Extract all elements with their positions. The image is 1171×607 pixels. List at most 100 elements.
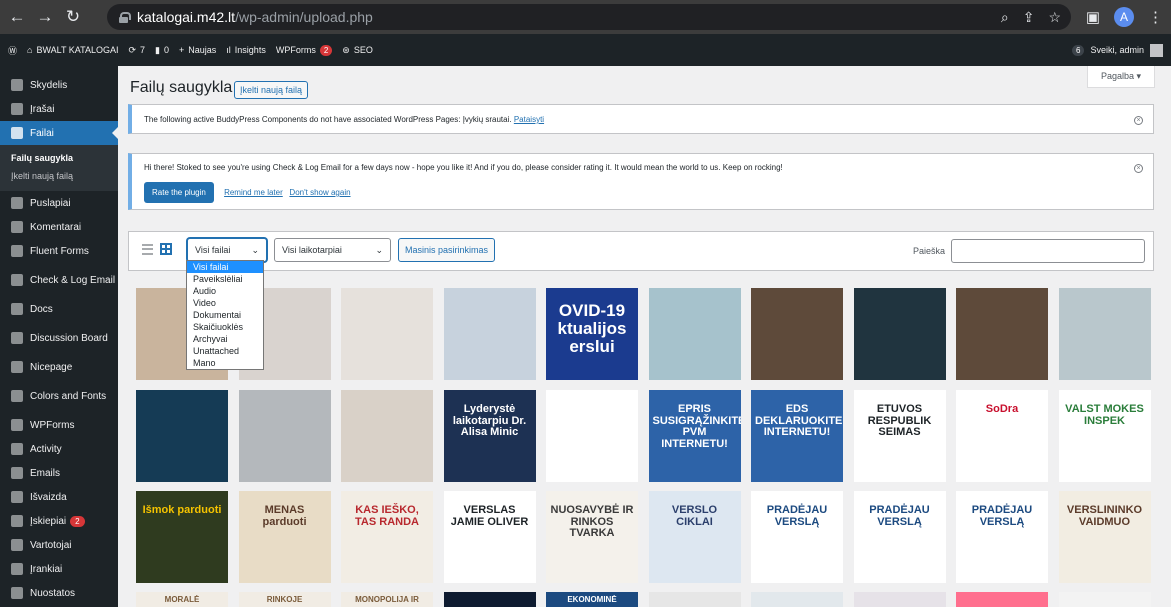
media-thumbnail[interactable] (443, 592, 536, 607)
insights-link[interactable]: ıl Insights (226, 45, 266, 55)
sidebar-item-7[interactable]: Docs (0, 297, 118, 321)
media-thumbnail[interactable] (136, 390, 228, 482)
sidebar-item-18[interactable]: Nuostatos (0, 581, 118, 605)
bulk-select-button[interactable]: Masinis pasirinkimas (398, 238, 496, 262)
reload-icon[interactable]: ↻ (62, 7, 84, 27)
sidebar-item-14[interactable]: Išvaizda (0, 485, 118, 509)
forward-icon[interactable]: → (34, 7, 56, 27)
seo-link[interactable]: ⊛ SEO (342, 45, 373, 56)
dismiss-icon[interactable]: × (1134, 164, 1143, 173)
dropdown-option[interactable]: Video (187, 297, 263, 309)
media-thumbnail[interactable]: PRADĖJAU VERSLĄ (853, 491, 946, 583)
bookmark-star-icon[interactable]: ☆ (1048, 9, 1061, 26)
media-thumbnail[interactable] (341, 288, 433, 380)
sidebar-item-11[interactable]: WPForms (0, 413, 118, 437)
sidebar-item-2[interactable]: Failai (0, 121, 118, 145)
comments-link[interactable]: ▮ 0 (155, 45, 169, 56)
media-thumbnail[interactable]: Lyderystė laikotarpiu Dr. Alisa Minic (443, 390, 536, 482)
media-thumbnail[interactable]: KAS IEŠKO, TAS RANDA (341, 491, 433, 583)
dropdown-option[interactable]: Audio (187, 285, 263, 297)
media-thumbnail[interactable]: EPRIS SUSIGRĄŽINKITE PVM INTERNETU! (648, 390, 741, 482)
profile-avatar[interactable]: A (1114, 7, 1134, 27)
dropdown-option[interactable]: Skaičiuoklės (187, 321, 263, 333)
list-view-icon[interactable] (142, 244, 153, 255)
sidebar-item-1[interactable]: Įrašai (0, 97, 118, 121)
media-thumbnail[interactable]: VERSLAS JAMIE OLIVER (443, 491, 536, 583)
media-thumbnail[interactable] (853, 288, 946, 380)
submenu-item-1[interactable]: Įkelti naują failą (0, 167, 118, 185)
back-icon[interactable]: ← (6, 7, 28, 27)
media-thumbnail[interactable] (341, 390, 433, 482)
sidebar-item-3[interactable]: Puslapiai (0, 191, 118, 215)
sidebar-item-0[interactable]: Skydelis (0, 73, 118, 97)
sidebar-item-9[interactable]: Nicepage (0, 355, 118, 379)
media-thumbnail[interactable]: SoDra (956, 390, 1048, 482)
dropdown-option[interactable]: Mano (187, 357, 263, 369)
help-tab-button[interactable]: Pagalba ▾ (1087, 66, 1155, 88)
notification-count[interactable]: 6 (1072, 44, 1085, 56)
wordpress-logo-icon[interactable]: Ⓦ (8, 44, 17, 57)
media-thumbnail[interactable]: ETUVOS RESPUBLIK SEIMAS (853, 390, 946, 482)
sidebar-item-5[interactable]: Fluent Forms (0, 239, 118, 263)
media-thumbnail[interactable]: VALST MOKES INSPEK (1058, 390, 1151, 482)
greeting[interactable]: Sveiki, admin (1090, 45, 1144, 55)
sidepanel-icon[interactable]: ▣ (1086, 8, 1100, 26)
media-thumbnail[interactable] (956, 288, 1048, 380)
media-thumbnail[interactable] (853, 592, 946, 607)
submenu-item-0[interactable]: Failų saugykla (0, 149, 118, 167)
media-thumbnail[interactable] (546, 390, 638, 482)
media-thumbnail[interactable] (648, 288, 741, 380)
media-thumbnail[interactable]: RINKOJE (238, 592, 331, 607)
date-select[interactable]: Visi laikotarpiai ⌄ (274, 238, 391, 262)
media-thumbnail[interactable] (443, 288, 536, 380)
zoom-icon[interactable]: ⌕ (1001, 9, 1009, 26)
site-name-link[interactable]: ⌂ BWALT KATALOGAI (27, 45, 118, 55)
dropdown-option[interactable]: Dokumentai (187, 309, 263, 321)
browser-menu-icon[interactable]: ⋮ (1148, 8, 1163, 26)
media-thumbnail[interactable]: VERSLO CIKLAI (648, 491, 741, 583)
sidebar-item-16[interactable]: Vartotojai (0, 533, 118, 557)
rate-plugin-button[interactable]: Rate the plugin (144, 182, 214, 203)
dropdown-option[interactable]: Visi failai (187, 261, 263, 273)
dont-show-again-link[interactable]: Don't show again (289, 188, 350, 197)
add-new-media-button[interactable]: Įkelti naują failą (234, 81, 309, 99)
new-content-link[interactable]: + Naujas (179, 45, 216, 55)
search-input[interactable] (951, 239, 1145, 263)
media-type-select[interactable]: Visi failai ⌄ (187, 238, 267, 262)
dropdown-option[interactable]: Archyvai (187, 333, 263, 345)
grid-view-icon[interactable] (160, 243, 172, 255)
media-thumbnail[interactable]: MONOPOLIJA IR (341, 592, 433, 607)
media-thumbnail[interactable]: PRADĖJAU VERSLĄ (751, 491, 843, 583)
media-thumbnail[interactable]: MORALĖ (136, 592, 228, 607)
dismiss-icon[interactable]: × (1134, 116, 1143, 125)
share-icon[interactable]: ⇪ (1023, 9, 1035, 26)
sidebar-item-17[interactable]: Įrankiai (0, 557, 118, 581)
media-thumbnail[interactable] (956, 592, 1048, 607)
media-thumbnail[interactable]: OVID-19 ktualijos erslui (546, 288, 638, 380)
sidebar-item-6[interactable]: Check & Log Email (0, 263, 118, 297)
media-thumbnail[interactable] (648, 592, 741, 607)
media-thumbnail[interactable] (1058, 592, 1151, 607)
sidebar-item-12[interactable]: Activity (0, 437, 118, 461)
media-thumbnail[interactable] (751, 288, 843, 380)
admin-avatar[interactable] (1150, 43, 1163, 57)
media-thumbnail[interactable] (751, 592, 843, 607)
media-thumbnail[interactable]: Išmok parduoti (136, 491, 228, 583)
sidebar-item-13[interactable]: Emails (0, 461, 118, 485)
address-bar[interactable]: katalogai.m42.lt/wp-admin/upload.php ⌕ ⇪… (107, 4, 1071, 30)
media-thumbnail[interactable] (238, 390, 331, 482)
media-thumbnail[interactable]: PRADĖJAU VERSLĄ (956, 491, 1048, 583)
updates-link[interactable]: ⟳ 7 (128, 45, 145, 56)
sidebar-item-10[interactable]: Colors and Fonts (0, 379, 118, 413)
fix-link[interactable]: Pataisyti (514, 115, 544, 124)
media-thumbnail[interactable]: EKONOMINĖ (546, 592, 638, 607)
dropdown-option[interactable]: Unattached (187, 345, 263, 357)
remind-later-link[interactable]: Remind me later (224, 188, 283, 197)
sidebar-item-4[interactable]: Komentarai (0, 215, 118, 239)
sidebar-item-15[interactable]: Įskiepiai 2 (0, 509, 118, 533)
media-thumbnail[interactable] (1058, 288, 1151, 380)
media-thumbnail[interactable]: EDS DEKLARUOKITE INTERNETU! (751, 390, 843, 482)
wpforms-link[interactable]: WPForms 2 (276, 44, 333, 56)
media-thumbnail[interactable]: NUOSAVYBĖ IR RINKOS TVARKA (546, 491, 638, 583)
dropdown-option[interactable]: Paveikslėliai (187, 273, 263, 285)
